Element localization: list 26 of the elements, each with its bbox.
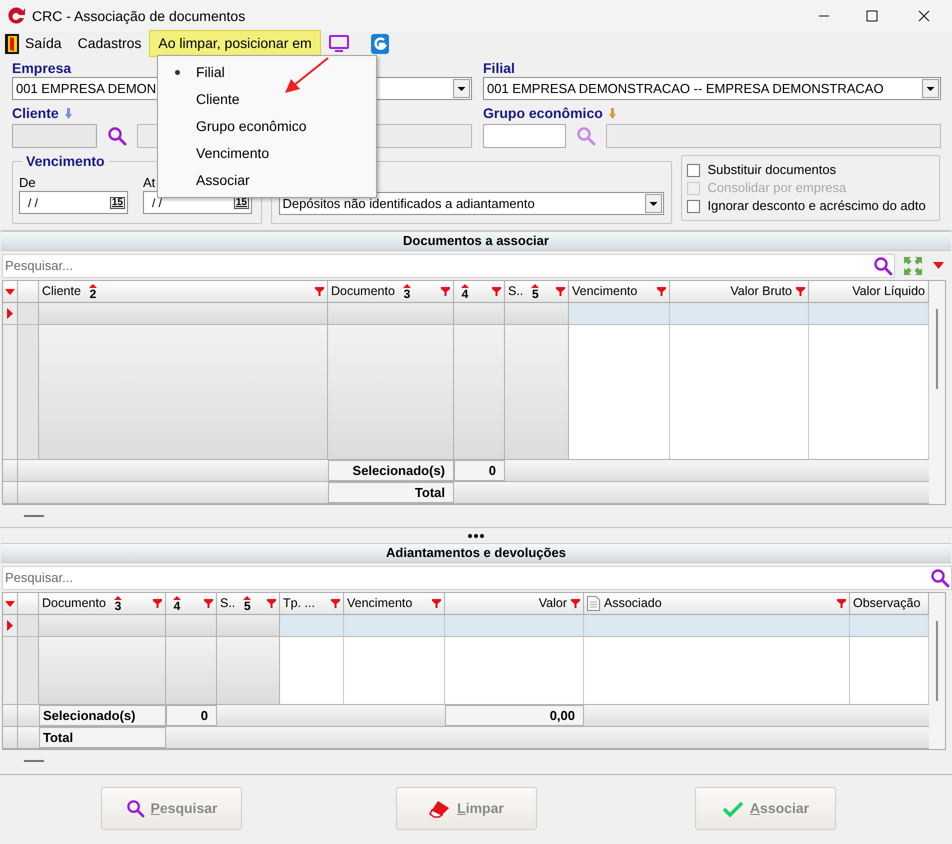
field-label: Grupo econômico <box>483 104 603 122</box>
sort-indicator: 3 <box>402 284 411 300</box>
footer-cell: 0 <box>454 460 505 481</box>
footer-cell: Selecionado(s) <box>328 460 454 481</box>
checkbox-label: Substituir documentos <box>708 162 836 178</box>
sort-indicator: 5 <box>243 596 252 612</box>
footer-cell: Selecionado(s) <box>39 705 166 726</box>
footer-cell: 0 <box>166 705 217 726</box>
panel-title: Adiantamentos e devoluções <box>386 544 566 562</box>
footer-cell: 0,00 <box>445 705 584 726</box>
sort-indicator: 3 <box>114 596 122 612</box>
field-label: Cliente <box>12 104 59 122</box>
sort-indicator: 4 <box>461 284 469 300</box>
field-label: At <box>143 175 156 191</box>
sort-indicator: 4 <box>173 596 181 612</box>
window-title: CRC - Associação de documentos <box>32 6 246 26</box>
footer-cell: Total <box>39 727 166 748</box>
checkbox-label: Ignorar desconto e acréscimo do adto <box>708 198 926 214</box>
checkbox-label: Consolidar por empresa <box>708 180 846 196</box>
field-label: De <box>19 175 36 191</box>
field-label: Filial <box>483 59 515 77</box>
panel-title: Documentos a associar <box>403 232 549 250</box>
sort-indicator: 5 <box>531 284 540 300</box>
footer-cell: Total <box>328 482 454 503</box>
field-label: Empresa <box>12 59 72 77</box>
sort-indicator: 2 <box>88 284 97 300</box>
